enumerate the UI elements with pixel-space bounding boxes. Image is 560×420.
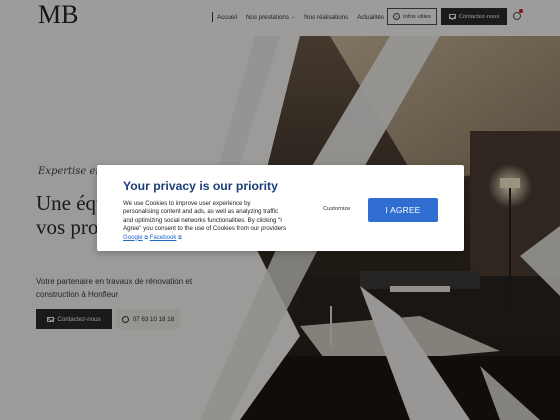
cookie-dialog-title: Your privacy is our priority (123, 179, 278, 193)
customize-button[interactable]: Customize (323, 206, 350, 212)
external-link-icon: ⧉ (178, 234, 182, 241)
google-link[interactable]: Google (123, 234, 143, 241)
cookie-dialog-text: We use Cookies to improve user experienc… (123, 200, 287, 241)
external-link-icon: ⧉ (144, 234, 148, 241)
agree-button[interactable]: I AGREE (368, 198, 438, 222)
cookie-consent-dialog: Your privacy is our priority We use Cook… (97, 165, 464, 251)
facebook-link[interactable]: Facebook (150, 234, 177, 241)
